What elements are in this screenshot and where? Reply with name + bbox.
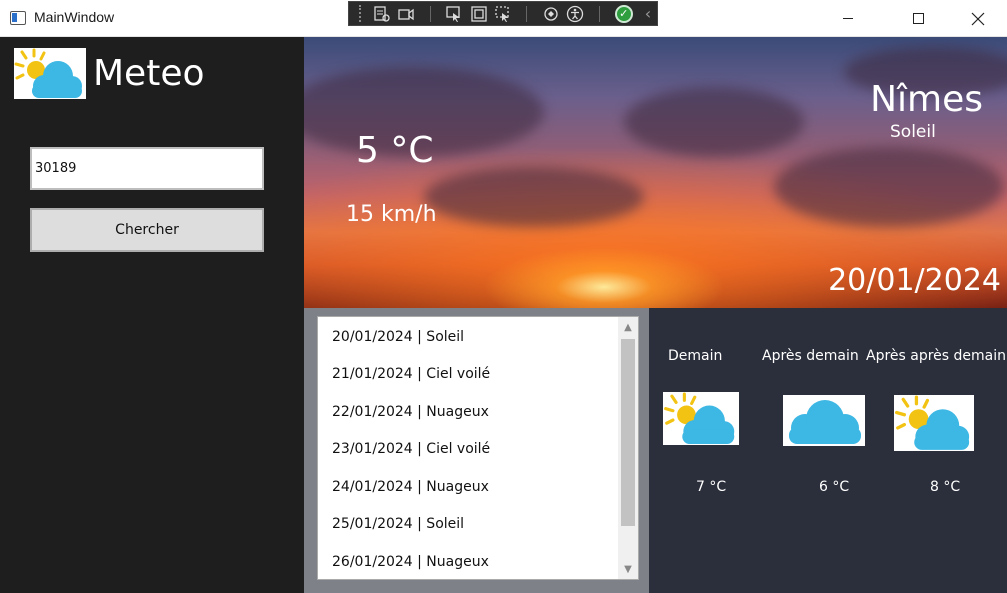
sidebar: Meteo Chercher — [0, 37, 304, 593]
day-temperature: 6 °C — [819, 479, 850, 495]
list-item[interactable]: 23/01/2024 | Ciel voilé — [332, 441, 490, 457]
video-icon[interactable] — [397, 4, 415, 24]
list-item[interactable]: 20/01/2024 | Soleil — [332, 329, 464, 345]
minimize-icon — [843, 18, 853, 19]
toolbar-grip[interactable] — [359, 5, 363, 22]
list-item[interactable]: 22/01/2024 | Nuageux — [332, 404, 489, 420]
dev-toolbar: ✓ ‹ — [348, 1, 658, 26]
cloud-icon — [783, 395, 865, 446]
select-element-icon[interactable] — [445, 4, 463, 24]
sun-cloud-icon — [663, 392, 739, 445]
next-days-panel: Demain Après demain Après après demain 7… — [649, 308, 1007, 593]
window-icon — [10, 11, 26, 25]
minimize-button[interactable] — [825, 0, 871, 37]
track-focus-icon[interactable] — [494, 4, 512, 24]
collapse-icon[interactable]: ‹ — [639, 4, 657, 24]
current-condition: Soleil — [890, 122, 936, 142]
forecast-list-panel: 20/01/2024 | Soleil 21/01/2024 | Ciel vo… — [304, 308, 649, 593]
hot-reload-icon[interactable] — [542, 4, 560, 24]
list-item[interactable]: 25/01/2024 | Soleil — [332, 516, 464, 532]
current-temperature: 5 °C — [356, 130, 434, 171]
accessibility-icon[interactable] — [566, 4, 584, 24]
day-temperature: 7 °C — [696, 479, 727, 495]
scroll-down-icon[interactable]: ▼ — [618, 559, 638, 579]
sky-cloud — [424, 167, 644, 227]
sky-cloud — [774, 147, 1004, 227]
check-icon[interactable]: ✓ — [614, 4, 633, 24]
forecast-list[interactable]: 20/01/2024 | Soleil 21/01/2024 | Ciel vo… — [317, 316, 639, 580]
close-button[interactable] — [955, 0, 1001, 37]
day-label: Après après demain — [866, 348, 1007, 364]
vertical-scrollbar[interactable]: ▲ ▼ — [618, 317, 638, 579]
list-item[interactable]: 24/01/2024 | Nuageux — [332, 479, 489, 495]
zip-code-input[interactable] — [30, 147, 264, 190]
day-temperature: 8 °C — [930, 479, 961, 495]
sun-cloud-icon — [894, 395, 974, 451]
app-name: Meteo — [93, 53, 205, 94]
city-name: Nîmes — [870, 79, 983, 120]
scroll-up-icon[interactable]: ▲ — [618, 317, 638, 337]
display-layout-adorners-icon[interactable] — [469, 4, 487, 24]
weather-logo-icon — [14, 48, 86, 99]
scrollbar-thumb[interactable] — [621, 339, 635, 526]
search-button[interactable]: Chercher — [30, 208, 264, 252]
current-weather-banner: 5 °C 15 km/h Nîmes Soleil 20/01/2024 — [304, 37, 1007, 308]
title-bar: MainWindow ✓ ‹ — [0, 0, 1007, 37]
current-wind: 15 km/h — [346, 202, 437, 227]
live-visual-tree-icon[interactable] — [373, 4, 391, 24]
window-title: MainWindow — [34, 9, 115, 25]
day-label: Après demain — [762, 348, 859, 364]
list-item[interactable]: 21/01/2024 | Ciel voilé — [332, 366, 490, 382]
day-label: Demain — [668, 348, 723, 364]
maximize-icon — [912, 13, 924, 24]
current-date: 20/01/2024 — [828, 263, 1001, 298]
close-icon — [971, 12, 985, 25]
sky-cloud — [624, 87, 804, 157]
maximize-button[interactable] — [895, 0, 941, 37]
list-item[interactable]: 26/01/2024 | Nuageux — [332, 554, 489, 570]
